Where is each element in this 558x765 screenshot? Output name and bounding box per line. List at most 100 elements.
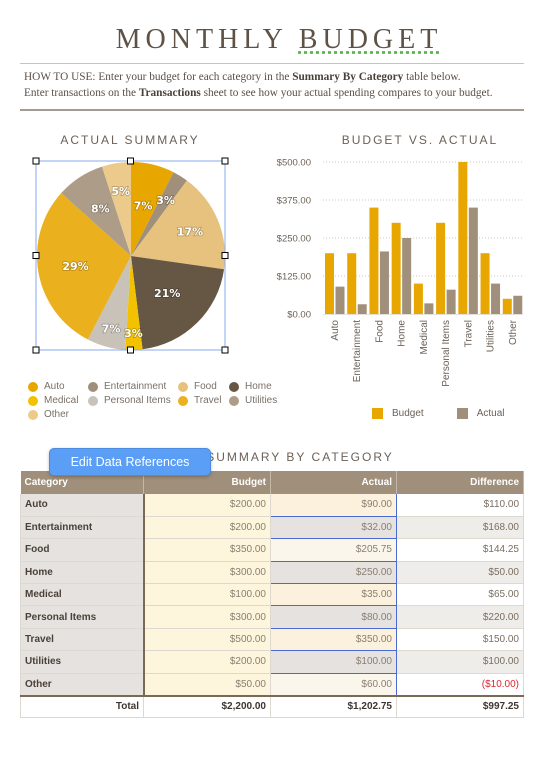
actual-cell[interactable]: $60.00 <box>270 673 397 697</box>
legend-label: Food <box>194 381 217 392</box>
x-category-label: Medical <box>419 320 430 354</box>
difference-cell[interactable]: $144.25 <box>396 538 524 562</box>
legend-item-auto: Auto <box>28 381 65 392</box>
legend-label: Travel <box>194 395 222 406</box>
actual-cell[interactable]: $205.75 <box>270 538 397 562</box>
bar-budget-medical[interactable] <box>413 283 423 314</box>
difference-cell[interactable]: $150.00 <box>396 628 524 652</box>
bar-budget-food[interactable] <box>369 207 379 314</box>
y-tick-label: $375.00 <box>277 196 311 207</box>
pie-slice-home[interactable] <box>131 256 225 350</box>
legend-label: Auto <box>44 381 65 392</box>
bar-budget-utilities[interactable] <box>480 253 490 314</box>
legend-swatch-budget <box>372 408 383 419</box>
table-row: Other $50.00 $60.00 ($10.00) <box>20 673 524 697</box>
bar-actual-entertainment[interactable] <box>357 304 367 314</box>
bar-budget-home[interactable] <box>391 222 401 314</box>
bar-actual-utilities[interactable] <box>491 283 501 314</box>
budget-cell[interactable]: $200.00 <box>143 516 271 540</box>
category-cell[interactable]: Auto <box>20 494 145 517</box>
x-category-label: Personal Items <box>441 320 452 387</box>
total-actual[interactable]: $1,202.75 <box>270 694 397 719</box>
bar-budget-personal-items[interactable] <box>436 222 446 314</box>
divider <box>20 109 524 111</box>
header-actual[interactable]: Actual <box>270 471 397 494</box>
difference-cell[interactable]: $50.00 <box>396 561 524 585</box>
category-cell[interactable]: Other <box>20 673 145 697</box>
budget-cell[interactable]: $100.00 <box>143 583 271 607</box>
category-cell[interactable]: Utilities <box>20 650 145 674</box>
bar-actual-auto[interactable] <box>335 286 345 314</box>
budget-cell[interactable]: $500.00 <box>143 628 271 652</box>
bar-actual-medical[interactable] <box>424 303 434 314</box>
table-row: Utilities $200.00 $100.00 $100.00 <box>20 650 524 674</box>
actual-cell[interactable]: $90.00 <box>270 494 397 517</box>
actual-cell[interactable]: $32.00 <box>270 516 397 540</box>
bar-actual-other[interactable] <box>513 295 523 314</box>
actual-cell[interactable]: $80.00 <box>270 605 397 629</box>
resize-handle[interactable] <box>221 157 229 165</box>
table-row: Home $300.00 $250.00 $50.00 <box>20 561 524 585</box>
legend-swatch-actual <box>456 408 468 419</box>
x-category-label: Home <box>397 320 408 347</box>
total-difference[interactable]: $997.25 <box>396 694 524 719</box>
title-text: MONTHLY <box>115 24 299 55</box>
budget-cell[interactable]: $200.00 <box>143 650 271 674</box>
bar-chart[interactable]: $0.00 $125.00 $250.00 $375.00 $500.00 Auto Ent… <box>265 150 540 395</box>
bar-actual-personal-items[interactable] <box>446 289 456 314</box>
difference-cell[interactable]: ($10.00) <box>396 673 524 697</box>
resize-handle[interactable] <box>32 252 40 259</box>
header-difference[interactable]: Difference <box>396 471 524 494</box>
resize-handle[interactable] <box>127 157 134 165</box>
category-cell[interactable]: Personal Items <box>20 605 145 629</box>
howto-text: Enter transactions on the <box>24 86 139 99</box>
budget-cell[interactable]: $50.00 <box>143 673 271 697</box>
budget-cell[interactable]: $350.00 <box>143 538 271 562</box>
actual-cell[interactable]: $250.00 <box>270 561 397 585</box>
total-label[interactable]: Total <box>20 694 144 719</box>
pie-label-home: 21% <box>154 287 180 300</box>
bar-budget-travel[interactable] <box>458 162 468 314</box>
actual-cell[interactable]: $350.00 <box>270 628 397 652</box>
category-cell[interactable]: Home <box>20 561 145 585</box>
difference-cell[interactable]: $220.00 <box>396 605 524 629</box>
pie-chart-title: ACTUAL SUMMARY <box>60 133 200 147</box>
category-cell[interactable]: Medical <box>20 583 145 607</box>
x-category-label: Other <box>508 319 519 345</box>
category-cell[interactable]: Entertainment <box>20 516 145 540</box>
actual-cell[interactable]: $100.00 <box>270 650 397 674</box>
actual-cell[interactable]: $35.00 <box>270 583 397 607</box>
pie-chart[interactable]: 7% 3%17%21%3%7%29%8%5% <box>30 155 235 360</box>
difference-cell[interactable]: $100.00 <box>396 650 524 674</box>
category-cell[interactable]: Food <box>20 538 145 562</box>
bar-actual-travel[interactable] <box>468 207 478 314</box>
difference-cell[interactable]: $65.00 <box>396 583 524 607</box>
bar-budget-other[interactable] <box>502 298 512 314</box>
budget-cell[interactable]: $200.00 <box>143 494 271 517</box>
howto-text: sheet to see how your actual spending co… <box>200 86 493 99</box>
howto-bold: Summary By Category <box>292 71 404 83</box>
bar-actual-home[interactable] <box>402 238 412 314</box>
resize-handle[interactable] <box>127 346 134 354</box>
resize-handle[interactable] <box>32 346 40 354</box>
edit-data-references-button[interactable]: Edit Data References <box>49 448 211 476</box>
bar-actual-food[interactable] <box>379 251 389 314</box>
bar-budget-auto[interactable] <box>325 253 334 314</box>
x-category-label: Food <box>374 320 385 343</box>
y-tick-label: $125.00 <box>277 272 311 283</box>
legend-label: Other <box>44 409 70 420</box>
resize-handle[interactable] <box>221 252 229 259</box>
resize-handle[interactable] <box>32 157 40 165</box>
category-cell[interactable]: Travel <box>20 628 145 652</box>
legend-swatch <box>28 409 38 420</box>
pie-label-food: 17% <box>177 225 203 238</box>
difference-cell[interactable]: $110.00 <box>396 494 524 517</box>
budget-cell[interactable]: $300.00 <box>143 561 271 585</box>
resize-handle[interactable] <box>221 346 229 354</box>
total-budget[interactable]: $2,200.00 <box>143 694 271 719</box>
difference-cell[interactable]: $168.00 <box>396 516 524 540</box>
legend-item-travel: Travel <box>178 395 221 406</box>
bar-budget-entertainment[interactable] <box>347 253 357 314</box>
budget-cell[interactable]: $300.00 <box>143 605 271 629</box>
legend-item-other: Other <box>28 409 69 420</box>
